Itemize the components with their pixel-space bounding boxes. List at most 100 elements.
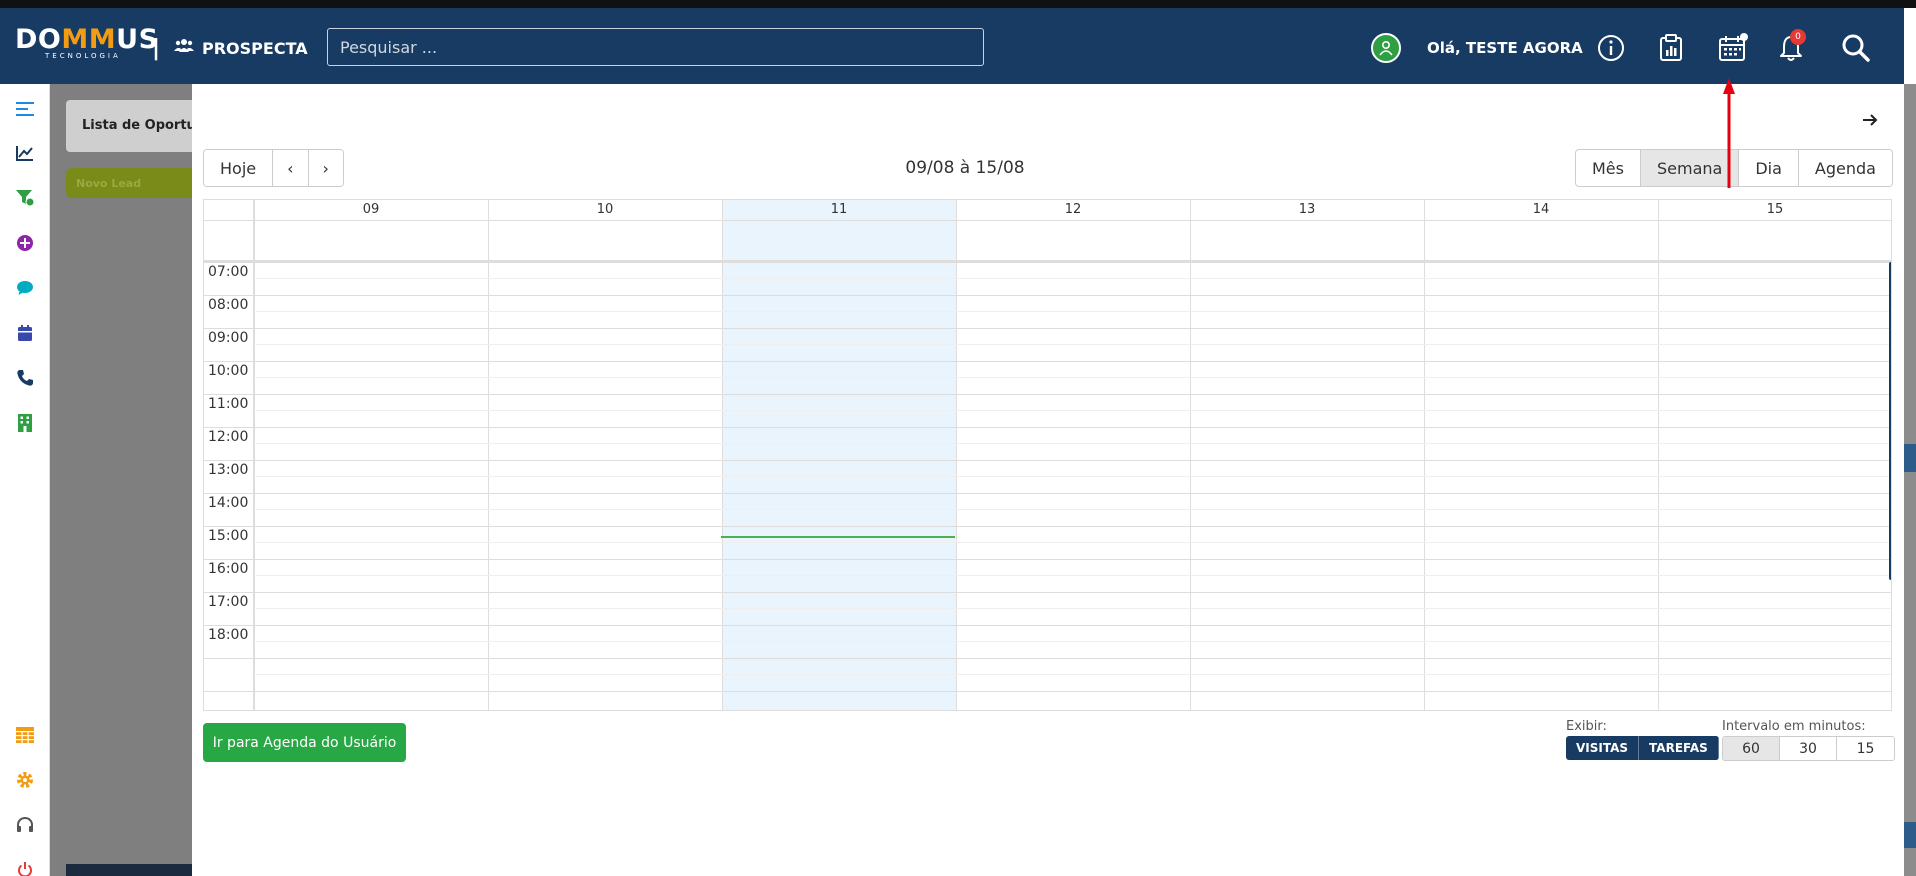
interval-selector: 60 30 15	[1722, 736, 1895, 761]
half-hour-line	[254, 608, 1891, 609]
user-avatar-icon[interactable]	[1371, 33, 1401, 63]
window-top-strip	[0, 0, 1916, 8]
user-greeting[interactable]: Olá, TESTE AGORA	[1427, 39, 1583, 57]
interval-30-button[interactable]: 30	[1780, 737, 1837, 760]
day-column[interactable]	[488, 200, 722, 710]
power-icon[interactable]	[14, 859, 36, 876]
day-column[interactable]	[956, 200, 1190, 710]
calendar-nav-group: Hoje ‹ ›	[203, 149, 344, 187]
module-switcher[interactable]: PROSPECTA	[174, 38, 308, 58]
half-hour-line	[254, 476, 1891, 477]
modal-backdrop[interactable]	[50, 84, 192, 876]
search-icon[interactable]	[1840, 32, 1872, 64]
hour-line	[204, 295, 1891, 296]
next-button[interactable]: ›	[308, 150, 343, 186]
annotation-arrow-icon	[1723, 78, 1735, 188]
hour-label: 10:00	[208, 363, 249, 379]
day-column[interactable]	[1658, 200, 1891, 710]
hour-line	[204, 361, 1891, 362]
hour-label: 08:00	[208, 297, 249, 313]
interval-60-button[interactable]: 60	[1723, 737, 1780, 760]
half-hour-line	[254, 377, 1891, 378]
table-icon[interactable]	[14, 724, 36, 746]
hour-label: 18:00	[208, 627, 249, 643]
day-header[interactable]: 15	[1658, 200, 1891, 220]
day-column-today[interactable]	[722, 200, 956, 710]
hour-label: 15:00	[208, 528, 249, 544]
view-month-button[interactable]: Mês	[1576, 150, 1641, 186]
hour-label: 09:00	[208, 330, 249, 346]
gear-icon[interactable]	[14, 769, 36, 791]
hour-line	[204, 691, 1891, 692]
half-hour-line	[254, 410, 1891, 411]
day-column[interactable]	[1424, 200, 1658, 710]
half-hour-line	[254, 575, 1891, 576]
interval-15-button[interactable]: 15	[1837, 737, 1894, 760]
hour-line	[204, 559, 1891, 560]
header-divider	[204, 220, 1891, 221]
hour-label: 11:00	[208, 396, 249, 412]
day-header[interactable]: 10	[488, 200, 722, 220]
hour-line	[204, 625, 1891, 626]
calendar-scrollbar[interactable]	[1889, 262, 1891, 580]
plus-circle-icon[interactable]	[14, 232, 36, 254]
funnel-icon[interactable]	[14, 187, 36, 209]
logo-separator: |	[152, 36, 161, 61]
background-stage-label: Novo Lead	[76, 177, 142, 190]
half-hour-line	[254, 509, 1891, 510]
chat-icon[interactable]	[14, 277, 36, 299]
half-hour-line	[254, 641, 1891, 642]
today-button[interactable]: Hoje	[204, 150, 274, 186]
day-header[interactable]: 13	[1190, 200, 1424, 220]
global-search-input[interactable]	[327, 28, 984, 66]
display-label: Exibir:	[1566, 719, 1607, 734]
display-toggle: VISITAS TAREFAS	[1566, 736, 1719, 760]
hour-line	[204, 493, 1891, 494]
hour-line	[204, 394, 1891, 395]
hour-line	[204, 328, 1891, 329]
hour-line	[204, 658, 1891, 659]
half-hour-line	[254, 344, 1891, 345]
show-visits-toggle[interactable]: VISITAS	[1566, 736, 1640, 760]
background-right-strip	[1904, 84, 1916, 876]
background-bottom-bar	[66, 864, 192, 876]
day-header[interactable]: 12	[956, 200, 1190, 220]
prev-button[interactable]: ‹	[273, 150, 309, 186]
users-icon	[174, 38, 194, 58]
day-header[interactable]: 14	[1424, 200, 1658, 220]
dommus-logo[interactable]: DOMMUS TECNOLOGIA	[15, 24, 159, 66]
hour-line	[204, 592, 1891, 593]
chart-line-icon[interactable]	[14, 142, 36, 164]
module-name: PROSPECTA	[202, 38, 308, 58]
day-column[interactable]	[254, 200, 488, 710]
phone-icon[interactable]	[14, 367, 36, 389]
hour-label: 14:00	[208, 495, 249, 511]
day-column[interactable]	[1190, 200, 1424, 710]
view-agenda-button[interactable]: Agenda	[1798, 150, 1892, 186]
go-to-user-agenda-button[interactable]: Ir para Agenda do Usuário	[203, 723, 406, 762]
half-hour-line	[254, 674, 1891, 675]
half-hour-line	[254, 542, 1891, 543]
hour-label: 12:00	[208, 429, 249, 445]
hour-line	[204, 427, 1891, 428]
background-card-title: Lista de Oportu	[82, 118, 196, 133]
half-hour-line	[254, 443, 1891, 444]
info-icon[interactable]	[1595, 32, 1627, 64]
half-hour-line	[254, 311, 1891, 312]
interval-label: Intervalo em minutos:	[1722, 719, 1866, 734]
week-calendar-grid: 09 10 11 12 13 14 15 07:00 08:00 09:00 1…	[203, 199, 1892, 711]
hour-label: 13:00	[208, 462, 249, 478]
arrow-right-icon[interactable]	[1860, 110, 1880, 130]
building-icon[interactable]	[14, 412, 36, 434]
day-header[interactable]: 09	[254, 200, 488, 220]
view-day-button[interactable]: Dia	[1739, 150, 1799, 186]
brand-name: DOMMUS	[15, 24, 159, 55]
clipboard-chart-icon[interactable]	[1655, 32, 1687, 64]
calendar-icon[interactable]	[14, 322, 36, 344]
menu-icon[interactable]	[14, 98, 36, 120]
left-sidebar	[0, 84, 50, 876]
show-tasks-toggle[interactable]: TAREFAS	[1639, 736, 1719, 760]
day-header-today[interactable]: 11	[722, 200, 956, 220]
hour-label: 17:00	[208, 594, 249, 610]
headset-icon[interactable]	[14, 814, 36, 836]
